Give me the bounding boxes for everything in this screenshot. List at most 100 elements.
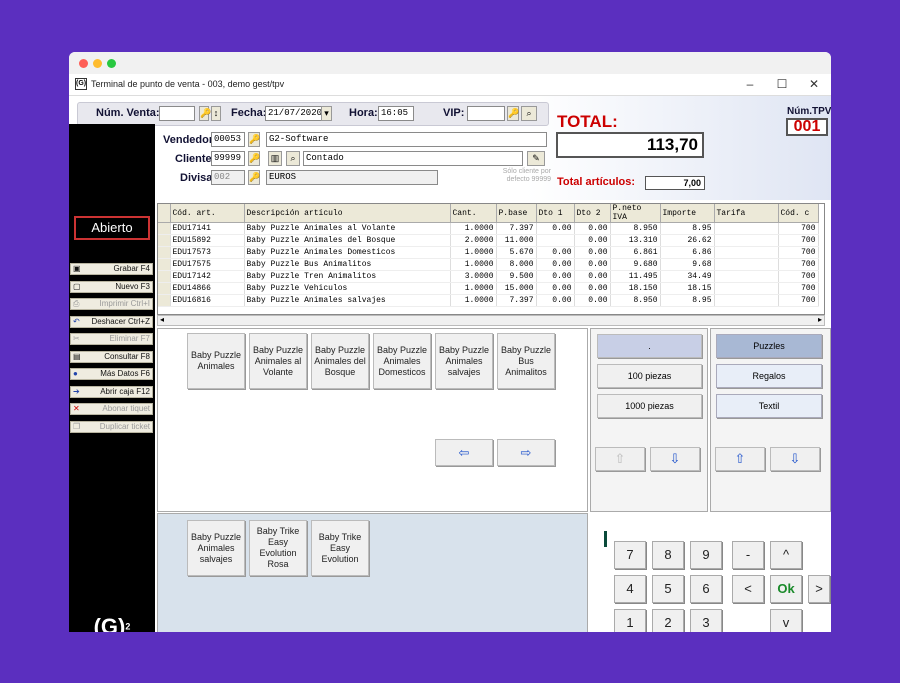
digit-key[interactable]: 4 [614, 575, 646, 603]
sidebar-button[interactable]: ▢ Nuevo F3 [70, 280, 153, 293]
minimize-dot-icon[interactable] [93, 59, 102, 68]
favorite-product-button[interactable]: Baby Trike Easy Evolution Rosa [249, 520, 307, 576]
column-header[interactable]: Cant. [450, 204, 497, 223]
table-cell[interactable]: 0.00 [536, 246, 575, 259]
table-cell[interactable]: 0.00 [536, 258, 575, 271]
ok-key[interactable]: Ok [770, 575, 802, 603]
subcat-down-button[interactable]: ⇩ [650, 447, 700, 471]
table-cell[interactable]: 700 [778, 246, 819, 259]
subcategory-button[interactable]: . [597, 334, 702, 358]
sidebar-button[interactable]: ❐ Duplicar ticket [70, 420, 153, 433]
vendedor-name-input[interactable]: G2-Software [266, 132, 547, 147]
product-button[interactable]: Baby Puzzle Animales del Bosque [311, 333, 369, 389]
row-selector[interactable] [158, 258, 171, 271]
down-key[interactable]: v [770, 609, 802, 632]
table-cell[interactable] [714, 234, 779, 247]
table-cell[interactable]: 700 [778, 282, 819, 295]
subcategory-button[interactable]: 100 piezas [597, 364, 702, 388]
key-search-icon[interactable]: 🔑 [199, 106, 211, 121]
favorite-product-button[interactable]: Baby Puzzle Animales salvajes [187, 520, 245, 576]
favorite-product-button[interactable]: Baby Trike Easy Evolution [311, 520, 369, 576]
horizontal-scrollbar[interactable]: ◂ ▸ [157, 315, 825, 326]
items-grid[interactable]: Cód. art. Descripción artículo Cant. P.base… [158, 204, 819, 307]
row-selector[interactable] [158, 246, 171, 259]
table-cell[interactable]: 700 [778, 234, 819, 247]
table-cell[interactable]: 8.950 [610, 294, 661, 307]
next-page-button[interactable]: ⇨ [497, 439, 555, 466]
table-row[interactable]: EDU14866 Baby Puzzle Vehiculos 1.0000 15.00… [158, 282, 819, 295]
table-cell[interactable] [714, 294, 779, 307]
table-cell[interactable] [536, 234, 575, 247]
table-cell[interactable] [714, 270, 779, 283]
table-cell[interactable]: 1.0000 [450, 258, 497, 271]
chevron-down-icon[interactable]: ▾ [321, 106, 332, 121]
cat-up-button[interactable]: ⇧ [715, 447, 765, 471]
table-cell[interactable]: EDU14866 [170, 282, 245, 295]
cliente-code-input[interactable]: 99999 [211, 151, 245, 166]
hora-input[interactable]: 16:05 [378, 106, 414, 121]
table-cell[interactable]: 1.0000 [450, 246, 497, 259]
sidebar-button[interactable]: ▤ Consultar F8 [70, 350, 153, 363]
column-header[interactable]: Tarifa [714, 204, 779, 223]
table-cell[interactable] [714, 246, 779, 259]
table-cell[interactable]: 6.86 [660, 246, 715, 259]
category-button[interactable]: Puzzles [716, 334, 822, 358]
digit-key[interactable]: 3 [690, 609, 722, 632]
table-cell[interactable]: 8.950 [610, 222, 661, 235]
table-cell[interactable]: 0.00 [574, 234, 611, 247]
table-cell[interactable]: Baby Puzzle Animales del Bosque [244, 234, 451, 247]
cat-down-button[interactable]: ⇩ [770, 447, 820, 471]
scroll-left-icon[interactable]: ◂ [160, 315, 164, 324]
column-header[interactable]: Importe [660, 204, 715, 223]
sidebar-button[interactable]: ✂ Eliminar F7 [70, 333, 153, 345]
table-cell[interactable]: 0.00 [574, 282, 611, 295]
row-selector[interactable] [158, 234, 171, 247]
column-header[interactable]: P.base [496, 204, 537, 223]
table-cell[interactable]: 700 [778, 222, 819, 235]
close-icon[interactable]: ✕ [799, 77, 829, 91]
table-cell[interactable]: EDU17573 [170, 246, 245, 259]
barcode-icon[interactable]: ▥ [268, 151, 282, 166]
table-cell[interactable]: 0.00 [574, 294, 611, 307]
digit-key[interactable]: 6 [690, 575, 722, 603]
table-cell[interactable]: Baby Puzzle Animales al Volante [244, 222, 451, 235]
cliente-name-input[interactable]: Contado [303, 151, 523, 166]
row-selector[interactable] [158, 270, 171, 283]
column-header[interactable]: P.neto IVA [610, 204, 661, 223]
table-cell[interactable] [714, 282, 779, 295]
product-button[interactable]: Baby Puzzle Animales [187, 333, 245, 389]
restore-icon[interactable]: ☐ [767, 77, 797, 91]
divisa-code-input[interactable]: 002 [211, 170, 245, 185]
table-cell[interactable]: 2.0000 [450, 234, 497, 247]
table-cell[interactable]: Baby Puzzle Tren Animalitos [244, 270, 451, 283]
items-table[interactable]: Cód. art. Descripción artículo Cant. P.base… [157, 203, 825, 315]
up-key[interactable]: ^ [770, 541, 802, 569]
table-row[interactable]: EDU17142 Baby Puzzle Tren Animalitos 3.000… [158, 270, 819, 283]
row-selector[interactable] [158, 294, 171, 307]
cliente-search-icon[interactable]: ⌕ [286, 151, 300, 166]
sidebar-button[interactable]: ✕ Abonar tiquet [70, 403, 153, 415]
sidebar-button[interactable]: ● Más Datos F6 [70, 368, 153, 380]
table-cell[interactable]: 1.0000 [450, 294, 497, 307]
table-cell[interactable] [714, 258, 779, 271]
minus-key[interactable]: - [732, 541, 764, 569]
table-cell[interactable]: 0.00 [574, 222, 611, 235]
table-cell[interactable]: Baby Puzzle Animales Domesticos [244, 246, 451, 259]
right-key[interactable]: > [808, 575, 830, 603]
table-cell[interactable]: 8.95 [660, 222, 715, 235]
table-cell[interactable]: 700 [778, 294, 819, 307]
category-button[interactable]: Regalos [716, 364, 822, 388]
table-cell[interactable]: 9.680 [610, 258, 661, 271]
vendedor-key-icon[interactable]: 🔑 [248, 132, 260, 147]
table-cell[interactable]: 3.0000 [450, 270, 497, 283]
table-cell[interactable]: 0.00 [536, 294, 575, 307]
fecha-input[interactable]: 21/07/2020 [265, 106, 323, 121]
column-header[interactable]: Dto 2 [574, 204, 611, 223]
product-button[interactable]: Baby Puzzle Animales Domesticos [373, 333, 431, 389]
subcat-up-button[interactable]: ⇧ [595, 447, 645, 471]
table-cell[interactable]: EDU17141 [170, 222, 245, 235]
table-cell[interactable]: 18.150 [610, 282, 661, 295]
product-button[interactable]: Baby Puzzle Animales salvajes [435, 333, 493, 389]
table-cell[interactable]: 0.00 [574, 270, 611, 283]
table-cell[interactable]: Baby Puzzle Bus Animalitos [244, 258, 451, 271]
